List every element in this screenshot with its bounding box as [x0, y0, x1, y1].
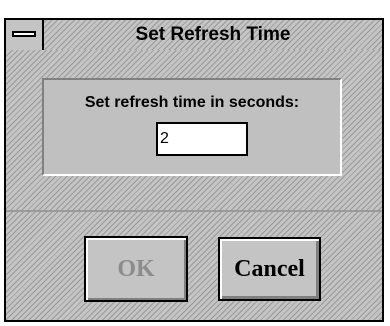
refresh-prompt-label: Set refresh time in seconds: — [84, 94, 300, 111]
title-bar[interactable]: Set Refresh Time — [6, 20, 382, 52]
dialog-title: Set Refresh Time — [135, 24, 291, 45]
system-menu-button[interactable] — [6, 20, 44, 50]
ok-button[interactable]: OK — [84, 236, 188, 302]
cancel-button[interactable]: Cancel — [218, 237, 321, 301]
refresh-seconds-input[interactable] — [156, 122, 248, 156]
refresh-group-box: Set refresh time in seconds: — [42, 78, 342, 176]
system-menu-icon — [12, 31, 36, 37]
dialog-window: Set Refresh Time Set refresh time in sec… — [4, 18, 384, 322]
input-panel: Set refresh time in seconds: — [6, 50, 382, 212]
button-panel: OK Cancel — [6, 212, 382, 320]
